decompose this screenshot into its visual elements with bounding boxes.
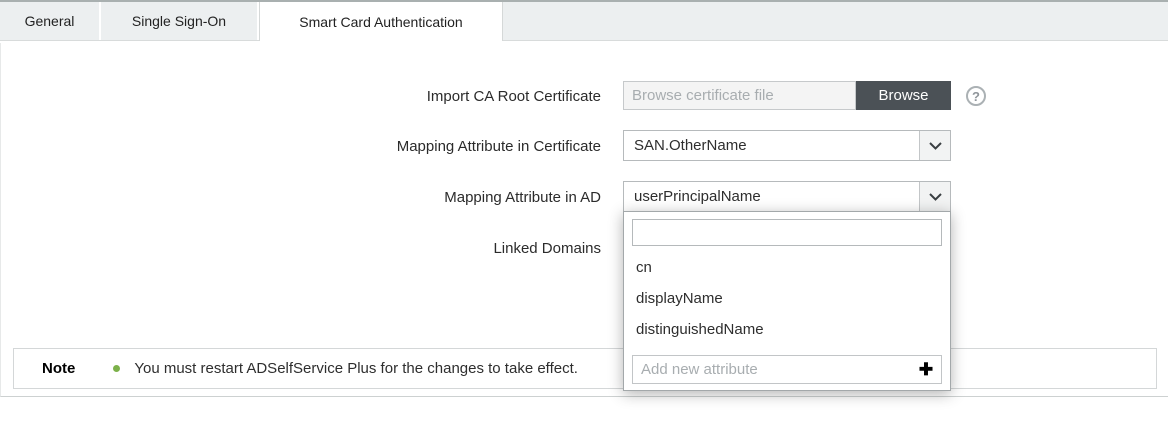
- dropdown-item-cn[interactable]: cn: [624, 252, 950, 283]
- browse-button[interactable]: Browse: [856, 81, 951, 110]
- mapping-attribute-in-certificate-value: SAN.OtherName: [624, 137, 919, 154]
- import-ca-root-certificate-label: Import CA Root Certificate: [1, 88, 601, 105]
- tab-single-sign-on-label: Single Sign-On: [132, 13, 226, 29]
- dropdown-item-displayname[interactable]: displayName: [624, 283, 950, 314]
- note-bar: Note You must restart ADSelfService Plus…: [13, 348, 1157, 389]
- ad-attribute-dropdown-panel: cn displayName distinguishedName ✚: [623, 211, 951, 391]
- tab-general[interactable]: General: [0, 2, 101, 40]
- mapping-attribute-in-ad-select[interactable]: userPrincipalName: [623, 181, 951, 212]
- dropdown-item-distinguishedname[interactable]: distinguishedName: [624, 314, 950, 345]
- add-new-attribute-field: ✚: [632, 355, 942, 384]
- dropdown-item-list: cn displayName distinguishedName: [624, 252, 950, 345]
- smart-card-settings-panel: Import CA Root Certificate Browse ? Mapp…: [0, 43, 1168, 397]
- tab-single-sign-on[interactable]: Single Sign-On: [101, 2, 259, 40]
- help-icon-glyph: ?: [972, 89, 980, 104]
- tab-smart-card-authentication-label: Smart Card Authentication: [299, 14, 462, 30]
- certificate-file-input[interactable]: [623, 81, 856, 110]
- linked-domains-label: Linked Domains: [1, 240, 601, 257]
- mapping-attribute-in-ad-value: userPrincipalName: [624, 188, 919, 205]
- chevron-down-icon[interactable]: [919, 182, 950, 211]
- note-title: Note: [42, 360, 75, 377]
- plus-icon[interactable]: ✚: [911, 361, 941, 378]
- note-text: You must restart ADSelfService Plus for …: [134, 360, 578, 377]
- add-new-attribute-input[interactable]: [633, 356, 911, 383]
- chevron-down-icon[interactable]: [919, 131, 950, 160]
- tab-bar: General Single Sign-On Smart Card Authen…: [0, 0, 1168, 41]
- tab-smart-card-authentication[interactable]: Smart Card Authentication: [259, 2, 503, 41]
- mapping-attribute-in-certificate-select[interactable]: SAN.OtherName: [623, 130, 951, 161]
- dropdown-search-input[interactable]: [632, 219, 942, 246]
- note-bullet-icon: [113, 365, 120, 372]
- tab-general-label: General: [25, 13, 75, 29]
- mapping-attribute-in-certificate-label: Mapping Attribute in Certificate: [1, 138, 601, 155]
- help-icon[interactable]: ?: [966, 86, 986, 106]
- mapping-attribute-in-ad-label: Mapping Attribute in AD: [1, 189, 601, 206]
